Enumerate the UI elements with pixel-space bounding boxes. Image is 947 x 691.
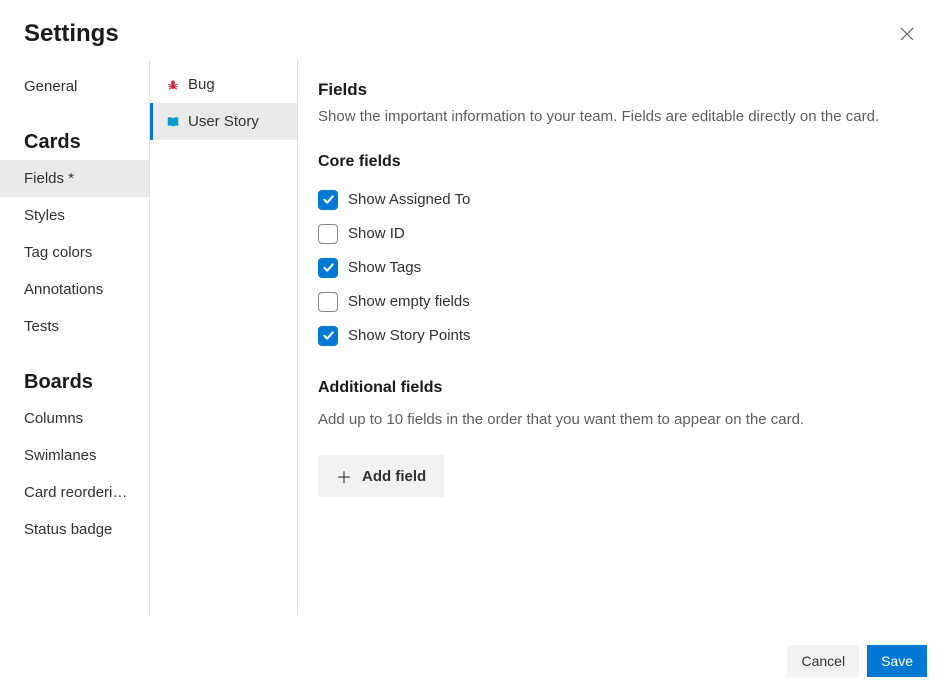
nav-item-tag-colors[interactable]: Tag colors xyxy=(0,234,149,271)
checkbox-show-story-points[interactable] xyxy=(318,326,338,346)
close-button[interactable] xyxy=(893,20,921,48)
nav-heading-boards: Boards xyxy=(0,345,149,400)
nav-item-tests[interactable]: Tests xyxy=(0,308,149,345)
check-icon xyxy=(322,261,335,274)
checkbox-row-show-story-points: Show Story Points xyxy=(318,319,923,353)
nav-item-card-reordering[interactable]: Card reorderi… xyxy=(0,474,149,511)
work-item-type-nav: Bug User Story xyxy=(150,60,298,615)
type-item-label: User Story xyxy=(188,113,259,130)
additional-fields-title: Additional fields xyxy=(318,379,923,397)
core-fields-title: Core fields xyxy=(318,153,923,171)
checkbox-label: Show Assigned To xyxy=(348,191,470,208)
type-item-user-story[interactable]: User Story xyxy=(150,103,297,140)
nav-item-general[interactable]: General xyxy=(0,68,149,105)
nav-item-columns[interactable]: Columns xyxy=(0,400,149,437)
checkbox-label: Show empty fields xyxy=(348,293,470,310)
checkbox-show-empty-fields[interactable] xyxy=(318,292,338,312)
page-title: Settings xyxy=(24,20,119,48)
nav-item-annotations[interactable]: Annotations xyxy=(0,271,149,308)
bug-icon xyxy=(166,78,180,92)
checkbox-label: Show Tags xyxy=(348,259,421,276)
add-field-button[interactable]: ＋ Add field xyxy=(318,455,444,497)
save-button[interactable]: Save xyxy=(867,645,927,677)
main-content: Fields Show the important information to… xyxy=(298,60,947,615)
nav-item-fields[interactable]: Fields * xyxy=(0,160,149,197)
fields-section-desc: Show the important information to your t… xyxy=(318,106,923,129)
checkbox-row-show-id: Show ID xyxy=(318,217,923,251)
checkbox-label: Show Story Points xyxy=(348,327,471,344)
book-icon xyxy=(166,115,180,129)
settings-nav: General Cards Fields * Styles Tag colors… xyxy=(0,60,150,615)
checkbox-show-tags[interactable] xyxy=(318,258,338,278)
cancel-button[interactable]: Cancel xyxy=(787,645,859,677)
checkbox-row-show-empty-fields: Show empty fields xyxy=(318,285,923,319)
add-field-label: Add field xyxy=(362,468,426,485)
dialog-footer: Cancel Save xyxy=(0,633,947,691)
nav-item-swimlanes[interactable]: Swimlanes xyxy=(0,437,149,474)
type-item-label: Bug xyxy=(188,76,215,93)
check-icon xyxy=(322,193,335,206)
nav-item-styles[interactable]: Styles xyxy=(0,197,149,234)
check-icon xyxy=(322,329,335,342)
nav-heading-cards: Cards xyxy=(0,105,149,160)
checkbox-row-assigned-to: Show Assigned To xyxy=(318,183,923,217)
checkbox-assigned-to[interactable] xyxy=(318,190,338,210)
checkbox-label: Show ID xyxy=(348,225,405,242)
checkbox-show-id[interactable] xyxy=(318,224,338,244)
fields-section-title: Fields xyxy=(318,80,923,100)
core-fields-list: Show Assigned To Show ID Show Tags Show … xyxy=(318,183,923,353)
checkbox-row-show-tags: Show Tags xyxy=(318,251,923,285)
nav-item-status-badge[interactable]: Status badge xyxy=(0,511,149,548)
close-icon xyxy=(899,26,915,42)
type-item-bug[interactable]: Bug xyxy=(150,66,297,103)
plus-icon: ＋ xyxy=(336,464,352,488)
additional-fields-desc: Add up to 10 fields in the order that yo… xyxy=(318,409,923,432)
